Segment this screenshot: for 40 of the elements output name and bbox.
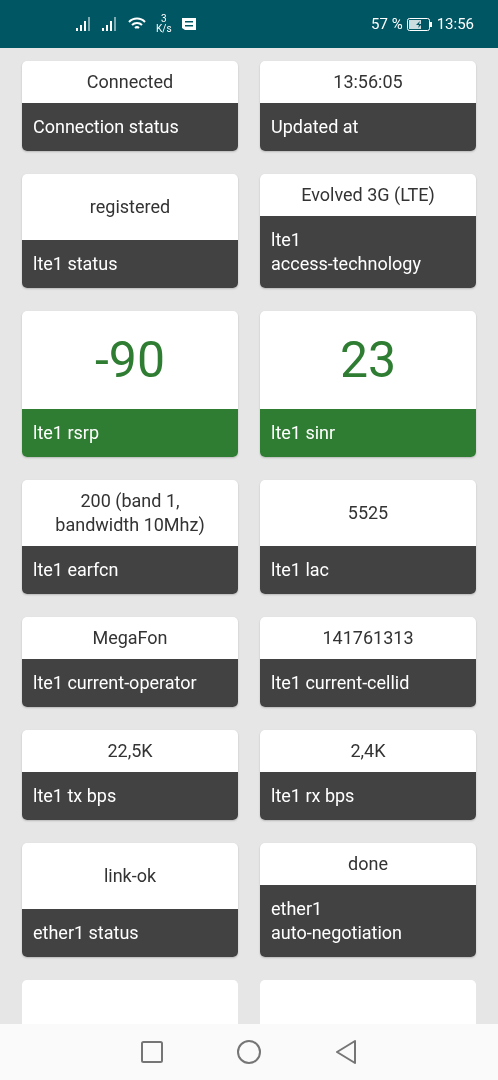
card-label: ether1 auto-negotiation xyxy=(260,885,476,957)
card-value: MegaFon xyxy=(92,626,168,650)
card-label: lte1 tx bps xyxy=(22,772,238,820)
card-value: Connected xyxy=(86,70,174,94)
card-label: Updated at xyxy=(260,103,476,151)
card-label: lte1 current-operator xyxy=(22,659,238,707)
message-icon xyxy=(181,18,196,30)
clock: 13:56 xyxy=(436,13,474,35)
card-label: lte1 sinr xyxy=(260,409,476,457)
card-label: lte1 rsrp xyxy=(22,409,238,457)
signal-icon xyxy=(102,17,118,31)
card-value: done xyxy=(348,852,388,876)
card-value: -90 xyxy=(95,330,165,391)
card-value: 200 (band 1, bandwidth 10Mhz) xyxy=(55,489,205,537)
card-label: Connection status xyxy=(22,103,238,151)
home-icon[interactable] xyxy=(237,1040,261,1064)
card-label: lte1 rx bps xyxy=(260,772,476,820)
net-speed-value: 3 xyxy=(160,14,167,24)
card-value: registered xyxy=(89,195,171,219)
card-value: link-ok xyxy=(103,864,157,888)
net-speed-unit: K/s xyxy=(156,24,172,34)
back-icon[interactable] xyxy=(335,1040,357,1064)
card-value: 22,5K xyxy=(107,739,153,763)
card-value: 2,4K xyxy=(350,739,386,763)
card-value: Evolved 3G (LTE) xyxy=(301,183,435,207)
card-label: lte1 current-cellid xyxy=(260,659,476,707)
card-value: 5525 xyxy=(347,501,389,525)
card-label: lte1 status xyxy=(22,240,238,288)
card-value: 13:56:05 xyxy=(333,70,403,94)
signal-icon xyxy=(76,17,92,31)
card-label: ether1 status xyxy=(22,909,238,957)
wifi-icon xyxy=(128,17,146,31)
battery-percent: 57 % xyxy=(371,13,403,35)
card-label: lte1 lac xyxy=(260,546,476,594)
recent-apps-icon[interactable] xyxy=(141,1041,163,1063)
battery-charging-icon xyxy=(406,17,433,31)
card-label: lte1 access-technology xyxy=(260,216,476,288)
card-value: 23 xyxy=(339,330,397,391)
card-value: 141761313 xyxy=(322,626,414,650)
card-label: lte1 earfcn xyxy=(22,546,238,594)
